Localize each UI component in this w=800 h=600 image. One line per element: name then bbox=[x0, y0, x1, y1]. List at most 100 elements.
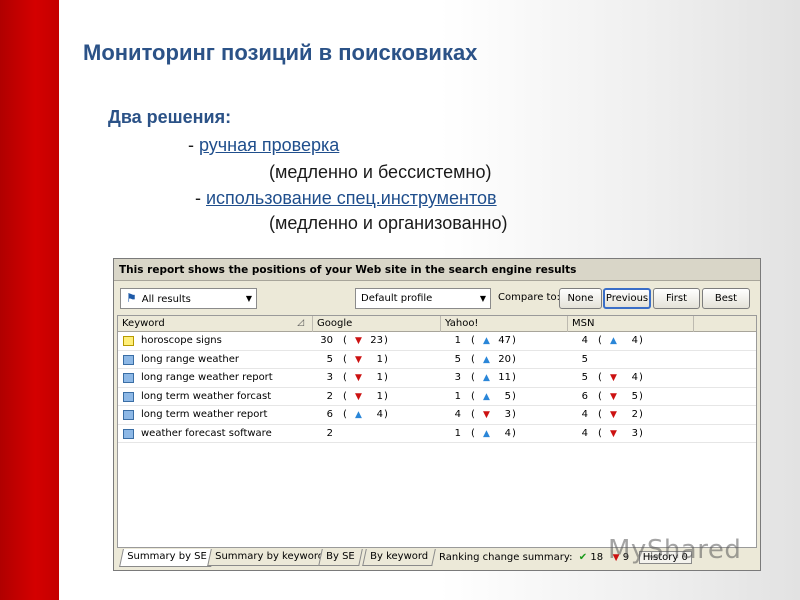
google-paren-open: ( bbox=[343, 335, 347, 346]
yahoo-previous-position: 3 bbox=[504, 409, 511, 420]
google-position: 6 bbox=[326, 409, 333, 420]
summary-up-count: 18 bbox=[590, 552, 604, 563]
compare-previous-button[interactable]: Previous bbox=[603, 288, 651, 309]
msn-paren-open: ( bbox=[598, 335, 602, 346]
tab-by-keyword[interactable]: By keyword bbox=[362, 549, 436, 566]
keyword-cell: long range weather report bbox=[141, 372, 273, 383]
keyword-cell: weather forecast software bbox=[141, 427, 272, 439]
msn-paren-open: ( bbox=[598, 390, 602, 402]
google-paren-close: ) bbox=[384, 335, 388, 346]
report-toolbar: ⚑ All results ▼ Default profile ▼ Compare… bbox=[114, 281, 760, 313]
msn-paren-open: ( bbox=[598, 427, 602, 439]
watermark-logo: MyShared bbox=[608, 535, 742, 565]
google-position: 2 bbox=[326, 427, 333, 439]
yahoo-paren-open: ( bbox=[471, 335, 475, 346]
sort-icon: ◿ bbox=[297, 318, 304, 328]
check-icon: ✔ bbox=[578, 552, 588, 563]
google-paren-open: ( bbox=[343, 353, 347, 365]
msn-position: 5 bbox=[581, 372, 588, 383]
keyword-cell: horoscope signs bbox=[141, 335, 222, 346]
yahoo-position: 1 bbox=[454, 390, 461, 402]
yahoo-position: 4 bbox=[454, 409, 461, 420]
keyword-status-icon bbox=[123, 391, 134, 402]
yahoo-position: 1 bbox=[454, 427, 461, 439]
solutions-heading: Два решения: bbox=[108, 107, 232, 127]
yahoo-paren-open: ( bbox=[471, 409, 475, 420]
column-yahoo[interactable]: Yahoo! bbox=[441, 316, 568, 332]
yahoo-position: 3 bbox=[454, 372, 461, 383]
table-row[interactable]: long term weather forcast 2(▼ 1) 1(▲ 5) 6(▼ 5) bbox=[118, 388, 756, 406]
tab-by-se[interactable]: By SE bbox=[318, 549, 363, 566]
yahoo-paren-open: ( bbox=[471, 390, 475, 402]
column-keyword-label: Keyword bbox=[122, 318, 165, 329]
google-previous-position: 1 bbox=[376, 372, 383, 383]
msn-paren-close: ) bbox=[639, 409, 643, 420]
summary-label: Ranking change summary: bbox=[439, 552, 573, 563]
google-paren-open: ( bbox=[343, 390, 347, 402]
compare-best-button[interactable]: Best bbox=[702, 288, 750, 309]
compare-label: Compare to: bbox=[498, 292, 560, 303]
solution-1-prefix: - bbox=[188, 135, 199, 155]
table-row[interactable]: long range weather 5(▼ 1) 5(▲ 20) 5 bbox=[118, 351, 756, 369]
table-row[interactable]: horoscope signs 30(▼ 23) 1(▲ 47) 4(▲ 4) bbox=[118, 332, 756, 351]
chevron-down-icon: ▼ bbox=[479, 294, 486, 303]
solution-2: - использование спец.инструментов bbox=[195, 188, 497, 209]
special-tools-link[interactable]: использование спец.инструментов bbox=[206, 188, 497, 208]
yahoo-paren-close: ) bbox=[512, 390, 516, 402]
table-row[interactable]: weather forecast software 2 1(▲ 4) 4(▼ 3) bbox=[118, 425, 756, 443]
yahoo-previous-position: 47 bbox=[498, 335, 511, 346]
compare-none-button[interactable]: None bbox=[559, 288, 602, 309]
google-previous-position: 4 bbox=[376, 409, 383, 420]
solution-2-note: (медленно и организованно) bbox=[269, 213, 508, 233]
msn-paren-open: ( bbox=[598, 409, 602, 420]
profile-value: Default profile bbox=[361, 293, 433, 304]
google-position: 30 bbox=[320, 335, 333, 346]
keyword-cell: long term weather report bbox=[141, 409, 268, 420]
results-filter-dropdown[interactable]: ⚑ All results ▼ bbox=[120, 288, 257, 309]
table-body: horoscope signs 30(▼ 23) 1(▲ 47) 4(▲ 4) long ra… bbox=[118, 332, 756, 443]
yahoo-previous-position: 20 bbox=[498, 353, 511, 365]
slide-title: Мониторинг позиций в поисковиках bbox=[83, 40, 478, 65]
yahoo-paren-close: ) bbox=[512, 409, 516, 420]
google-paren-close: ) bbox=[384, 353, 388, 365]
google-previous-position: 1 bbox=[376, 390, 383, 402]
ranking-report-window: This report shows the positions of your … bbox=[113, 258, 761, 571]
msn-position: 4 bbox=[581, 409, 588, 420]
yahoo-previous-position: 5 bbox=[504, 390, 511, 402]
column-google[interactable]: Google bbox=[313, 316, 441, 332]
google-paren-close: ) bbox=[384, 409, 388, 420]
tab-summary-by-keyword[interactable]: Summary by keyword bbox=[207, 549, 332, 566]
solution-1: - ручная проверка bbox=[188, 135, 339, 156]
left-red-bar bbox=[0, 0, 59, 600]
column-keyword[interactable]: Keyword ◿ bbox=[118, 316, 313, 332]
msn-paren-close: ) bbox=[639, 427, 643, 439]
yahoo-paren-close: ) bbox=[512, 353, 516, 365]
google-position: 3 bbox=[326, 372, 333, 383]
keyword-cell: long term weather forcast bbox=[141, 390, 272, 402]
table-row[interactable]: long range weather report 3(▼ 1) 3(▲ 11) 5(▼ 4… bbox=[118, 369, 756, 388]
table-header: Keyword ◿ Google Yahoo! MSN bbox=[118, 316, 756, 332]
keyword-status-icon bbox=[123, 410, 134, 420]
solution-2-prefix: - bbox=[195, 188, 206, 208]
solution-1-note: (медленно и бессистемно) bbox=[269, 162, 492, 182]
results-filter-value: All results bbox=[141, 294, 191, 305]
yahoo-previous-position: 11 bbox=[498, 372, 511, 383]
tab-summary-by-se[interactable]: Summary by SE bbox=[119, 549, 215, 567]
table-row[interactable]: long term weather report 6(▲ 4) 4(▼ 3) 4(▼ 2) bbox=[118, 406, 756, 425]
flag-icon: ⚑ bbox=[126, 291, 137, 305]
tab-label: By keyword bbox=[370, 551, 429, 562]
chevron-down-icon: ▼ bbox=[245, 294, 252, 303]
msn-position: 4 bbox=[581, 427, 588, 439]
profile-dropdown[interactable]: Default profile ▼ bbox=[355, 288, 491, 309]
results-table: Keyword ◿ Google Yahoo! MSN horoscope si… bbox=[117, 315, 757, 548]
msn-paren-close: ) bbox=[639, 372, 643, 383]
manual-check-link[interactable]: ручная проверка bbox=[199, 135, 339, 155]
keyword-cell: long range weather bbox=[141, 353, 239, 365]
google-paren-open: ( bbox=[343, 409, 347, 420]
compare-first-button[interactable]: First bbox=[653, 288, 700, 309]
msn-previous-position: 2 bbox=[631, 409, 638, 420]
msn-paren-open: ( bbox=[598, 372, 602, 383]
column-msn[interactable]: MSN bbox=[568, 316, 694, 332]
yahoo-previous-position: 4 bbox=[504, 427, 511, 439]
keyword-status-icon bbox=[123, 354, 134, 365]
